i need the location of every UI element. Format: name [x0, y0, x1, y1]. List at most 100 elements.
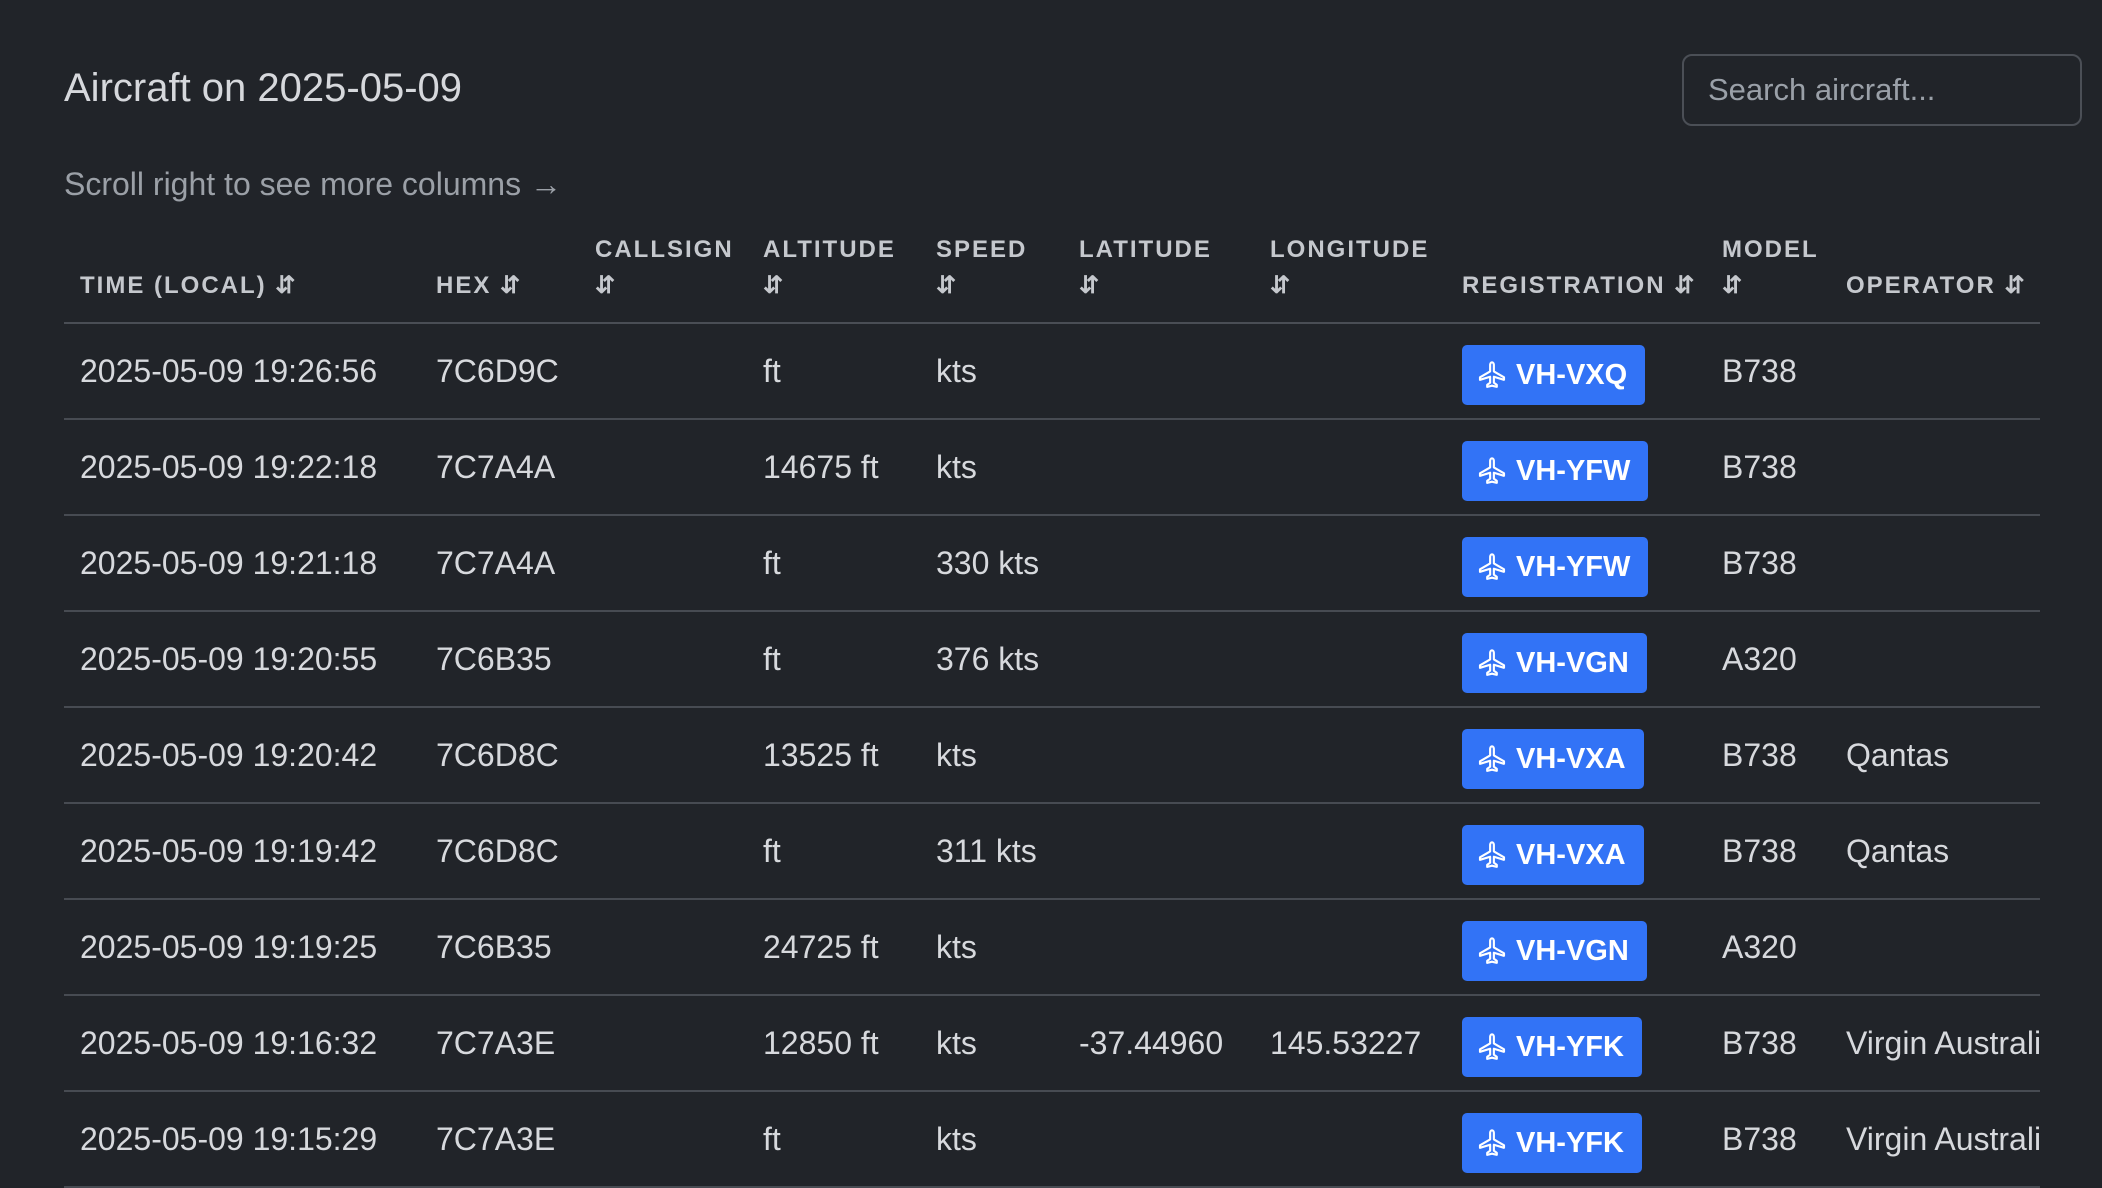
column-header-time[interactable]: TIME (LOCAL) ⇵	[64, 226, 420, 324]
column-header-sort[interactable]: ⇵	[763, 268, 920, 304]
cell-speed: 376 kts	[920, 611, 1063, 708]
column-header-sort[interactable]: ⇵	[1722, 268, 1830, 304]
cell-hex: 7C7A3E	[420, 995, 579, 1092]
cell-model: A320	[1706, 899, 1830, 996]
registration-label: VH-VGN	[1516, 934, 1629, 967]
column-header-sort[interactable]: TIME (LOCAL) ⇵	[80, 268, 420, 304]
cell-callsign	[579, 995, 747, 1092]
column-header-operator[interactable]: OPERATOR ⇵	[1830, 226, 2040, 324]
column-header-sort[interactable]: ⇵	[1079, 268, 1254, 304]
table-body: 2025-05-09 19:26:56 7C6D9C ft kts VH-VXQ B738…	[64, 323, 2040, 1188]
registration-button[interactable]: VH-VGN	[1462, 633, 1647, 693]
cell-operator	[1830, 419, 2040, 516]
registration-button[interactable]: VH-YFW	[1462, 537, 1649, 597]
column-header-sort[interactable]: REGISTRATION ⇵	[1462, 268, 1706, 304]
column-header-sort[interactable]: ⇵	[936, 268, 1063, 304]
column-header-sort[interactable]: ⇵	[1270, 268, 1446, 304]
table-row[interactable]: 2025-05-09 19:22:18 7C7A4A 14675 ft kts VH-Y…	[64, 419, 2040, 516]
cell-altitude: 13525 ft	[747, 707, 920, 804]
column-header-hex[interactable]: HEX ⇵	[420, 226, 579, 324]
cell-speed: kts	[920, 995, 1063, 1092]
plane-icon	[1476, 743, 1508, 775]
column-header-model[interactable]: MODEL ⇵	[1706, 226, 1830, 324]
column-header-longitude[interactable]: LONGITUDE ⇵	[1254, 226, 1446, 324]
cell-altitude: ft	[747, 515, 920, 612]
cell-operator	[1830, 515, 2040, 612]
cell-model: B738	[1706, 1091, 1830, 1188]
cell-hex: 7C6B35	[420, 611, 579, 708]
cell-speed: 311 kts	[920, 803, 1063, 900]
cell-time: 2025-05-09 19:20:55	[64, 611, 420, 708]
registration-button[interactable]: VH-YFK	[1462, 1113, 1642, 1173]
table-header-row: TIME (LOCAL) ⇵ HEX ⇵ CALLSIGN ⇵ ALTITUDE ⇵ SPE…	[64, 226, 2040, 324]
registration-button[interactable]: VH-VXA	[1462, 729, 1644, 789]
search-input[interactable]	[1682, 54, 2082, 126]
registration-label: VH-YFK	[1516, 1126, 1624, 1159]
cell-callsign	[579, 323, 747, 420]
plane-icon	[1476, 455, 1508, 487]
cell-hex: 7C7A3E	[420, 1091, 579, 1188]
cell-callsign	[579, 1091, 747, 1188]
table-row[interactable]: 2025-05-09 19:19:42 7C6D8C ft 311 kts VH-VXA…	[64, 803, 2040, 900]
cell-model: B738	[1706, 707, 1830, 804]
cell-operator: Qantas	[1830, 803, 2040, 900]
cell-longitude	[1254, 1091, 1446, 1188]
table-row[interactable]: 2025-05-09 19:16:32 7C7A3E 12850 ft kts -37.…	[64, 995, 2040, 1092]
column-header-sort[interactable]: OPERATOR ⇵	[1846, 268, 2040, 304]
column-header-latitude[interactable]: LATITUDE ⇵	[1063, 226, 1254, 324]
cell-longitude	[1254, 515, 1446, 612]
cell-latitude	[1063, 707, 1254, 804]
cell-latitude	[1063, 515, 1254, 612]
cell-operator	[1830, 323, 2040, 420]
registration-label: VH-YFW	[1516, 550, 1631, 583]
cell-callsign	[579, 707, 747, 804]
column-header-altitude[interactable]: ALTITUDE ⇵	[747, 226, 920, 324]
table-row[interactable]: 2025-05-09 19:19:25 7C6B35 24725 ft kts VH-V…	[64, 899, 2040, 996]
column-header-registration[interactable]: REGISTRATION ⇵	[1446, 226, 1706, 324]
cell-speed: kts	[920, 899, 1063, 996]
cell-operator	[1830, 899, 2040, 996]
cell-altitude: ft	[747, 611, 920, 708]
cell-latitude	[1063, 803, 1254, 900]
column-header-callsign[interactable]: CALLSIGN ⇵	[579, 226, 747, 324]
cell-hex: 7C7A4A	[420, 419, 579, 516]
registration-label: VH-VXA	[1516, 838, 1626, 871]
registration-button[interactable]: VH-VGN	[1462, 921, 1647, 981]
column-header-sort[interactable]: HEX ⇵	[436, 268, 579, 304]
registration-button[interactable]: VH-VXA	[1462, 825, 1644, 885]
table-row[interactable]: 2025-05-09 19:26:56 7C6D9C ft kts VH-VXQ B738	[64, 323, 2040, 420]
cell-callsign	[579, 803, 747, 900]
cell-longitude: 145.53227	[1254, 995, 1446, 1092]
table-row[interactable]: 2025-05-09 19:21:18 7C7A4A ft 330 kts VH-YFW…	[64, 515, 2040, 612]
cell-operator: Virgin Australia	[1830, 995, 2040, 1092]
column-header-speed[interactable]: SPEED ⇵	[920, 226, 1063, 324]
column-header-label: LATITUDE	[1079, 236, 1212, 263]
cell-latitude	[1063, 323, 1254, 420]
table-row[interactable]: 2025-05-09 19:15:29 7C7A3E ft kts VH-YFK B738…	[64, 1091, 2040, 1188]
table-row[interactable]: 2025-05-09 19:20:42 7C6D8C 13525 ft kts VH-V…	[64, 707, 2040, 804]
cell-time: 2025-05-09 19:15:29	[64, 1091, 420, 1188]
cell-model: A320	[1706, 611, 1830, 708]
cell-registration: VH-VXA	[1446, 803, 1706, 900]
cell-altitude: 24725 ft	[747, 899, 920, 996]
cell-model: B738	[1706, 995, 1830, 1092]
registration-button[interactable]: VH-YFW	[1462, 441, 1649, 501]
table-row[interactable]: 2025-05-09 19:20:55 7C6B35 ft 376 kts VH-VGN…	[64, 611, 2040, 708]
cell-longitude	[1254, 899, 1446, 996]
registration-button[interactable]: VH-VXQ	[1462, 345, 1646, 405]
plane-icon	[1476, 359, 1508, 391]
cell-longitude	[1254, 611, 1446, 708]
registration-button[interactable]: VH-YFK	[1462, 1017, 1642, 1077]
cell-speed: kts	[920, 707, 1063, 804]
cell-time: 2025-05-09 19:16:32	[64, 995, 420, 1092]
cell-hex: 7C6D8C	[420, 803, 579, 900]
cell-latitude: -37.44960	[1063, 995, 1254, 1092]
cell-hex: 7C7A4A	[420, 515, 579, 612]
plane-icon	[1476, 551, 1508, 583]
column-header-sort[interactable]: ⇵	[595, 268, 747, 304]
plane-icon	[1476, 647, 1508, 679]
cell-time: 2025-05-09 19:19:25	[64, 899, 420, 996]
cell-model: B738	[1706, 323, 1830, 420]
aircraft-table-container[interactable]: TIME (LOCAL) ⇵ HEX ⇵ CALLSIGN ⇵ ALTITUDE ⇵ SPE…	[64, 226, 2040, 1188]
cell-altitude: 12850 ft	[747, 995, 920, 1092]
